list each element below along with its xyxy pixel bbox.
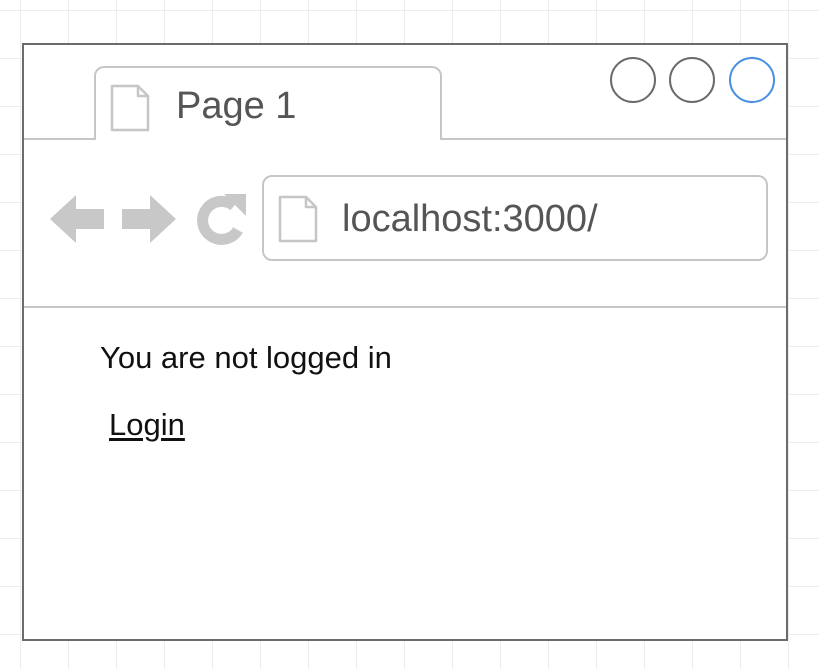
- window-button-3[interactable]: [729, 57, 775, 103]
- browser-toolbar: localhost:3000/: [24, 140, 786, 306]
- back-arrow-icon[interactable]: [48, 190, 106, 248]
- window-button-2[interactable]: [669, 57, 715, 103]
- tab-page-1[interactable]: Page 1: [94, 66, 442, 140]
- tab-strip: Page 1: [24, 45, 786, 141]
- document-icon: [278, 195, 318, 243]
- login-link[interactable]: Login: [109, 407, 185, 443]
- window-button-1[interactable]: [610, 57, 656, 103]
- document-icon: [110, 84, 150, 132]
- reload-icon[interactable]: [194, 190, 248, 248]
- tab-title: Page 1: [176, 85, 297, 127]
- browser-window: Page 1 localhost:3000/ You are not logge…: [22, 43, 788, 641]
- address-url[interactable]: localhost:3000/: [342, 197, 598, 241]
- forward-arrow-icon[interactable]: [120, 190, 178, 248]
- address-bar[interactable]: localhost:3000/: [262, 175, 768, 261]
- page-content: You are not logged in Login: [24, 308, 786, 639]
- login-status-text: You are not logged in: [100, 340, 392, 375]
